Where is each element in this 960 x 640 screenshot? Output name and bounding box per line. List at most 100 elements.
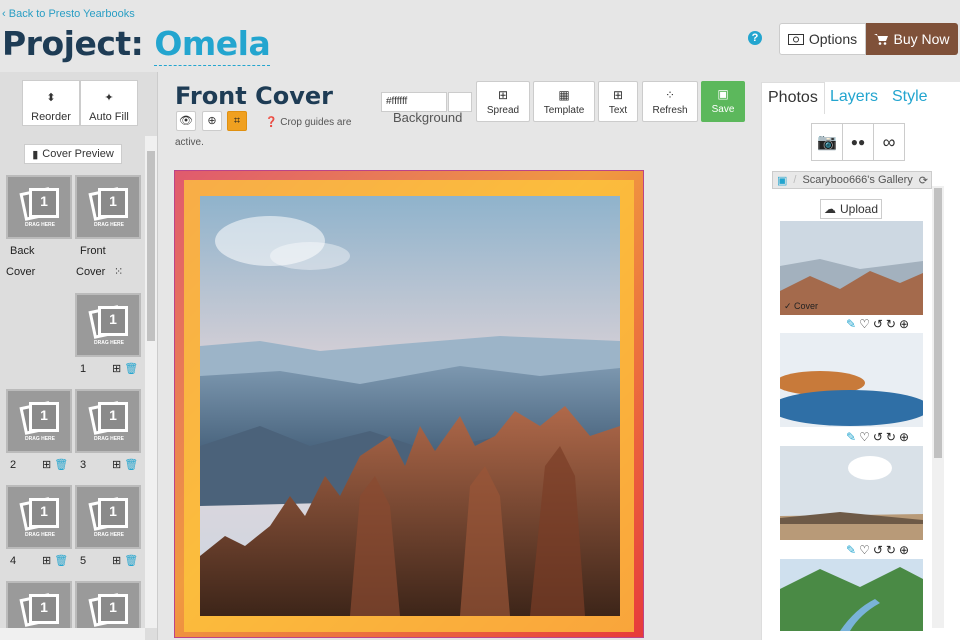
trash-icon[interactable]: 🗑	[124, 459, 138, 471]
photo-actions[interactable]: ✎♡↺↻⊕	[846, 543, 912, 557]
page-thumb[interactable]: 1DRAG HERE	[75, 485, 141, 549]
background-color-swatch[interactable]	[448, 92, 472, 112]
title-prefix: Project:	[2, 24, 144, 63]
trash-icon[interactable]: 🗑	[124, 555, 138, 567]
book-icon: ▮	[32, 148, 39, 161]
heart-icon[interactable]: ♡	[859, 543, 873, 557]
right-scrollbar[interactable]	[932, 186, 944, 628]
cover-preview-button[interactable]: ▮ Cover Preview	[24, 144, 122, 164]
rotate-left-icon[interactable]: ↺	[873, 543, 886, 557]
heart-icon[interactable]: ♡	[859, 430, 873, 444]
cover-photo[interactable]	[200, 196, 620, 616]
zoom-in-icon[interactable]: ⊕	[899, 317, 912, 331]
add-page-icon[interactable]: ⊞	[112, 363, 121, 375]
crop-icon[interactable]: ⌗	[227, 111, 247, 131]
trash-icon[interactable]: 🗑	[54, 459, 68, 471]
buy-now-button[interactable]: Buy Now	[866, 23, 958, 55]
gallery-photo[interactable]	[780, 559, 923, 631]
left-h-scrollbar[interactable]	[0, 628, 145, 640]
floppy-icon: ▣	[717, 87, 729, 101]
reorder-icon: ⬍	[46, 92, 56, 104]
add-page-icon[interactable]: ⊞	[112, 555, 121, 567]
drag-placeholder-icon: 1DRAG HERE	[19, 186, 59, 228]
gallery-name: Scaryboo666's Gallery	[802, 174, 913, 186]
tab-layers[interactable]: Layers	[824, 82, 884, 114]
trash-icon[interactable]: 🗑	[54, 555, 68, 567]
page-thumb[interactable]: 1DRAG HERE	[6, 485, 72, 549]
flickr-source-button[interactable]: ●●	[842, 123, 874, 161]
zoom-icon[interactable]: ⊕	[202, 111, 222, 131]
add-page-icon[interactable]: ⊞	[112, 459, 121, 471]
trash-icon[interactable]: 🗑	[124, 363, 138, 375]
back-link-label: Back to Presto Yearbooks	[8, 8, 135, 20]
camera-icon: ▣	[777, 174, 788, 187]
photo-actions[interactable]: ✎♡↺↻⊕	[846, 430, 912, 444]
page-actions[interactable]: ⊞ 🗑	[112, 362, 138, 375]
rotate-right-icon[interactable]: ↻	[886, 430, 899, 444]
upload-button[interactable]: ☁ Upload	[820, 199, 882, 219]
drag-placeholder-icon: 1DRAG HERE	[88, 400, 128, 442]
page-actions[interactable]: ⊞ 🗑	[42, 554, 68, 567]
tab-style[interactable]: Style	[886, 82, 934, 114]
reorder-button[interactable]: ⬍ Reorder	[22, 80, 80, 126]
front-cover-label: Front	[80, 245, 106, 257]
spread-button[interactable]: ⊞ Spread	[476, 81, 530, 122]
page-actions[interactable]: ⊞ 🗑	[112, 554, 138, 567]
project-name[interactable]: Omela	[154, 24, 271, 66]
add-page-icon[interactable]: ⊞	[42, 555, 51, 567]
crop-note-text: Crop guides are	[280, 117, 352, 128]
spread-icon: ⊞	[497, 88, 509, 102]
gallery-photo[interactable]	[780, 446, 923, 540]
scrollbar-thumb[interactable]	[147, 151, 155, 341]
template-icon: ▦	[558, 88, 570, 102]
scrollbar-thumb[interactable]	[934, 188, 942, 458]
back-cover-thumb[interactable]: 1 DRAG HERE	[6, 175, 72, 239]
edit-icon[interactable]: ✎	[846, 543, 859, 557]
gallery-photo[interactable]: ✓ Cover	[780, 221, 923, 315]
rotate-left-icon[interactable]: ↺	[873, 317, 886, 331]
page-actions[interactable]: ⊞ 🗑	[112, 458, 138, 471]
rotate-left-icon[interactable]: ↺	[873, 430, 886, 444]
help-icon[interactable]: ?	[748, 31, 762, 45]
save-button[interactable]: ▣ Save	[701, 81, 745, 122]
edit-icon[interactable]: ✎	[846, 430, 859, 444]
page-thumb[interactable]: 1DRAG HERE	[75, 293, 141, 357]
autofill-button[interactable]: ✦ Auto Fill	[80, 80, 138, 126]
sync-icon[interactable]: ⟳	[919, 174, 928, 187]
background-color-input[interactable]: #ffffff	[381, 92, 447, 112]
rotate-right-icon[interactable]: ↻	[886, 543, 899, 557]
save-label: Save	[711, 104, 735, 115]
left-scrollbar[interactable]	[145, 136, 157, 628]
page-title: Project: Omela	[2, 24, 271, 66]
text-button[interactable]: ⊞ Text	[598, 81, 638, 122]
heart-icon[interactable]: ♡	[859, 317, 873, 331]
front-cover-thumb[interactable]: 1 DRAG HERE	[75, 175, 141, 239]
options-button[interactable]: Options	[779, 23, 866, 55]
edit-icon[interactable]: ✎	[846, 317, 859, 331]
gallery-selector[interactable]: ▣ / Scaryboo666's Gallery ⟳	[772, 171, 932, 189]
camera-source-button[interactable]: 📷	[811, 123, 843, 161]
canvas-title: Front Cover	[175, 82, 333, 110]
page-actions[interactable]: ⊞ 🗑	[42, 458, 68, 471]
eye-icon[interactable]: 👁	[176, 111, 196, 131]
gallery-photo[interactable]	[780, 333, 923, 427]
template-button[interactable]: ▦ Template	[533, 81, 595, 122]
cover-canvas[interactable]	[174, 170, 644, 638]
tab-photos[interactable]: Photos	[761, 82, 825, 114]
crop-guides-note: ❓ Crop guides are	[265, 115, 385, 131]
link-source-button[interactable]: ∞	[873, 123, 905, 161]
page-thumb[interactable]: 1DRAG HERE	[75, 389, 141, 453]
photo-thumbnail	[780, 559, 923, 631]
rotate-right-icon[interactable]: ↻	[886, 317, 899, 331]
page-thumb[interactable]: 1DRAG HERE	[6, 389, 72, 453]
page-number: 1	[80, 363, 87, 375]
back-link[interactable]: ‹ Back to Presto Yearbooks	[2, 8, 135, 20]
front-cover-label-2: Cover	[76, 266, 106, 278]
zoom-in-icon[interactable]: ⊕	[899, 430, 912, 444]
refresh-button[interactable]: ⁘ Refresh	[642, 81, 698, 122]
photo-actions[interactable]: ✎♡↺↻⊕	[846, 317, 912, 331]
add-page-icon[interactable]: ⊞	[42, 459, 51, 471]
zoom-in-icon[interactable]: ⊕	[899, 543, 912, 557]
page-number: 4	[10, 555, 17, 567]
refresh-label: Refresh	[652, 105, 688, 116]
